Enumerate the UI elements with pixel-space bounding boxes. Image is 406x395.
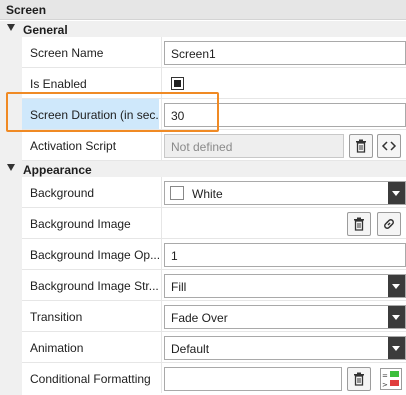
dropdown-value: White	[192, 187, 223, 201]
panel-title: Screen	[6, 3, 47, 17]
row-background-image: Background Image	[22, 208, 406, 239]
trash-icon	[354, 372, 364, 386]
screen-name-input[interactable]: Screen1	[164, 41, 406, 65]
chevron-down-icon[interactable]	[388, 306, 405, 328]
divider	[161, 130, 162, 160]
conditional-formatting-editor-button[interactable]: = >	[380, 368, 402, 390]
link-icon	[384, 219, 394, 229]
edit-script-button[interactable]	[377, 134, 401, 158]
code-icon	[381, 141, 397, 151]
property-label: Background	[30, 186, 95, 200]
link-background-image-button[interactable]	[377, 212, 401, 236]
row-conditional-formatting: Conditional Formatting	[22, 363, 406, 394]
row-screen-name: Screen Name Screen1	[22, 37, 406, 68]
dropdown-value: Fill	[171, 280, 187, 294]
animation-dropdown[interactable]: Default	[164, 336, 406, 360]
chevron-down-icon[interactable]	[388, 275, 405, 297]
property-label: Animation	[30, 341, 84, 355]
property-label: Background Image	[30, 217, 131, 231]
divider	[161, 332, 162, 362]
background-image-stretch-dropdown[interactable]: Fill	[164, 274, 406, 298]
svg-text:>: >	[382, 381, 388, 389]
trash-icon	[354, 217, 364, 231]
focus-highlight	[6, 92, 219, 132]
panel-header: Screen	[0, 0, 406, 20]
row-transition: Transition Fade Over	[22, 301, 406, 332]
collapse-triangle-icon[interactable]	[7, 164, 15, 171]
dropdown-value: Default	[171, 342, 210, 356]
conditional-formatting-field[interactable]	[164, 367, 342, 391]
property-label: Background Image Str...	[30, 279, 159, 293]
divider	[161, 208, 162, 238]
property-label: Background Image Op...	[30, 248, 159, 262]
property-label: Screen Name	[30, 46, 104, 60]
property-label: Transition	[30, 310, 83, 324]
appearance-gutter	[0, 177, 22, 395]
row-background: Background White	[22, 177, 406, 208]
delete-script-button[interactable]	[349, 134, 373, 158]
svg-text:=: =	[382, 372, 388, 380]
chevron-down-icon[interactable]	[388, 182, 405, 204]
chevron-down-icon[interactable]	[388, 337, 405, 359]
divider	[161, 363, 162, 393]
dropdown-value: Fade Over	[171, 311, 228, 325]
row-background-image-stretch: Background Image Str... Fill	[22, 270, 406, 301]
divider	[161, 37, 162, 67]
is-enabled-checkbox[interactable]	[171, 77, 184, 90]
collapse-triangle-icon[interactable]	[7, 24, 15, 31]
section-general[interactable]: General	[0, 21, 406, 37]
divider	[161, 239, 162, 269]
row-animation: Animation Default	[22, 332, 406, 363]
delete-background-image-button[interactable]	[347, 212, 371, 236]
checkbox-check-icon	[174, 80, 181, 87]
section-title: General	[23, 23, 68, 37]
delete-conditional-formatting-button[interactable]	[347, 367, 371, 391]
row-activation-script: Activation Script Not defined	[22, 130, 406, 161]
trash-icon	[356, 139, 366, 153]
divider	[161, 177, 162, 207]
background-dropdown[interactable]: White	[164, 181, 406, 205]
color-swatch	[170, 186, 184, 200]
divider	[161, 270, 162, 300]
property-label: Conditional Formatting	[30, 372, 151, 386]
transition-dropdown[interactable]: Fade Over	[164, 305, 406, 329]
background-image-opacity-input[interactable]: 1	[164, 243, 406, 267]
property-label: Activation Script	[30, 139, 117, 153]
divider	[161, 301, 162, 331]
conditional-formatting-icon: = >	[382, 371, 399, 389]
activation-script-field: Not defined	[164, 134, 344, 158]
section-appearance[interactable]: Appearance	[0, 161, 406, 177]
row-background-image-opacity: Background Image Op... 1	[22, 239, 406, 270]
section-title: Appearance	[23, 163, 92, 177]
